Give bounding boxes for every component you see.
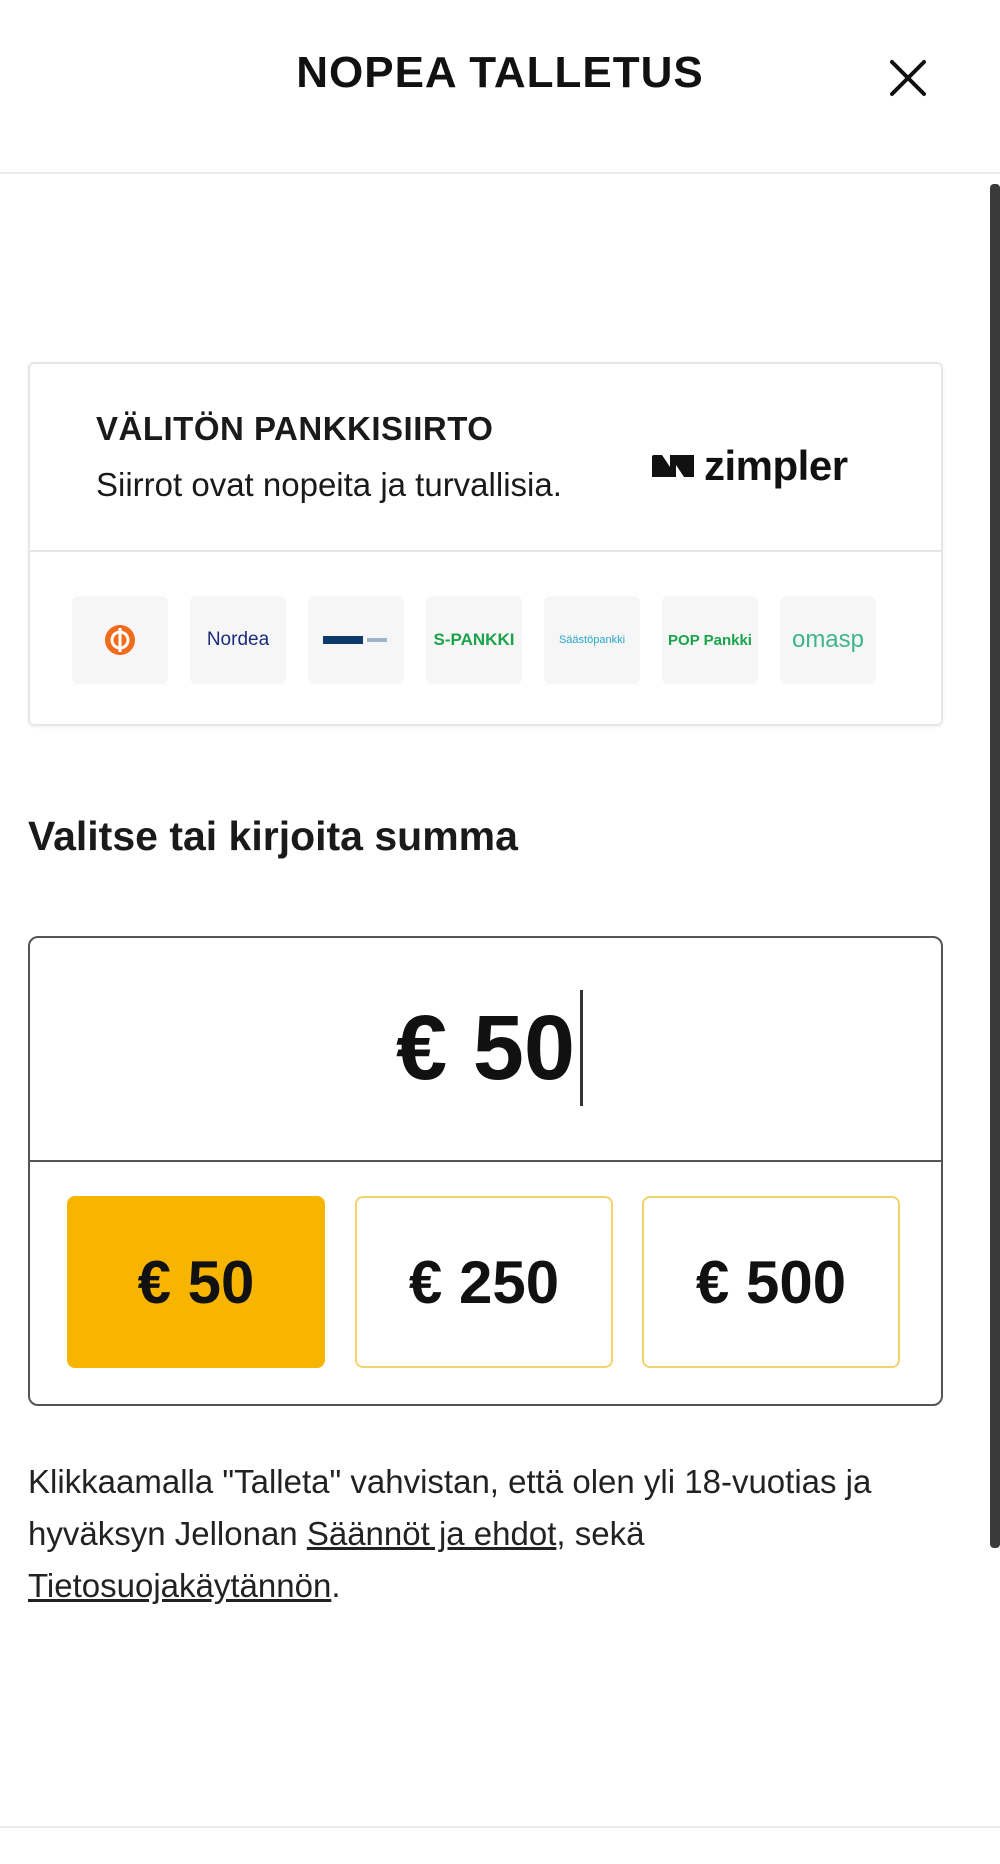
op-logo-icon — [105, 625, 135, 655]
header: NOPEA TALLETUS — [0, 0, 1000, 174]
preset-250-button[interactable]: € 250 — [355, 1196, 613, 1368]
bank-logo-pop-pankki[interactable]: POP Pankki — [662, 596, 758, 684]
terms-link[interactable]: Säännöt ja ehdot — [307, 1515, 557, 1552]
zimpler-logo: zimpler — [650, 442, 848, 490]
preset-50-button[interactable]: € 50 — [67, 1196, 325, 1368]
bank-logo-op[interactable] — [72, 596, 168, 684]
close-button[interactable] — [880, 50, 936, 106]
text-caret — [580, 990, 583, 1106]
bank-logo-danske[interactable] — [308, 596, 404, 684]
bank-transfer-subtitle: Siirrot ovat nopeita ja turvallisia. — [96, 466, 562, 503]
bank-logo-spankki[interactable]: S-PANKKI — [426, 596, 522, 684]
amount-input[interactable] — [30, 988, 941, 1108]
amount-heading: Valitse tai kirjoita summa — [28, 813, 518, 859]
page-title: NOPEA TALLETUS — [296, 48, 704, 97]
bank-logo-list: Nordea S-PANKKI Säästöpankki POP Pankki … — [72, 596, 876, 684]
amount-input-wrap — [30, 938, 941, 1162]
bank-logo-nordea[interactable]: Nordea — [190, 596, 286, 684]
bank-transfer-header: VÄLITÖN PANKKISIIRTO Siirrot ovat nopeit… — [30, 364, 941, 552]
terms-suffix: . — [331, 1567, 341, 1604]
danske-bank-logo-icon — [323, 636, 387, 644]
zimpler-text: zimpler — [704, 442, 848, 489]
scrollbar[interactable] — [990, 184, 1000, 1548]
bank-transfer-card: VÄLITÖN PANKKISIIRTO Siirrot ovat nopeit… — [28, 362, 943, 726]
close-icon — [890, 60, 926, 96]
zimpler-icon — [652, 455, 694, 477]
preset-500-button[interactable]: € 500 — [642, 1196, 900, 1368]
divider — [0, 1826, 1000, 1828]
bank-logo-saastopankki[interactable]: Säästöpankki — [544, 596, 640, 684]
bank-transfer-title: VÄLITÖN PANKKISIIRTO — [96, 410, 494, 447]
amount-box: € 50 € 250 € 500 — [28, 936, 943, 1406]
privacy-link[interactable]: Tietosuojakäytännön — [28, 1567, 331, 1604]
terms-text: Klikkaamalla "Talleta" vahvistan, että o… — [28, 1456, 948, 1612]
bank-logo-omasp[interactable]: omasp — [780, 596, 876, 684]
terms-middle: , sekä — [556, 1515, 645, 1552]
